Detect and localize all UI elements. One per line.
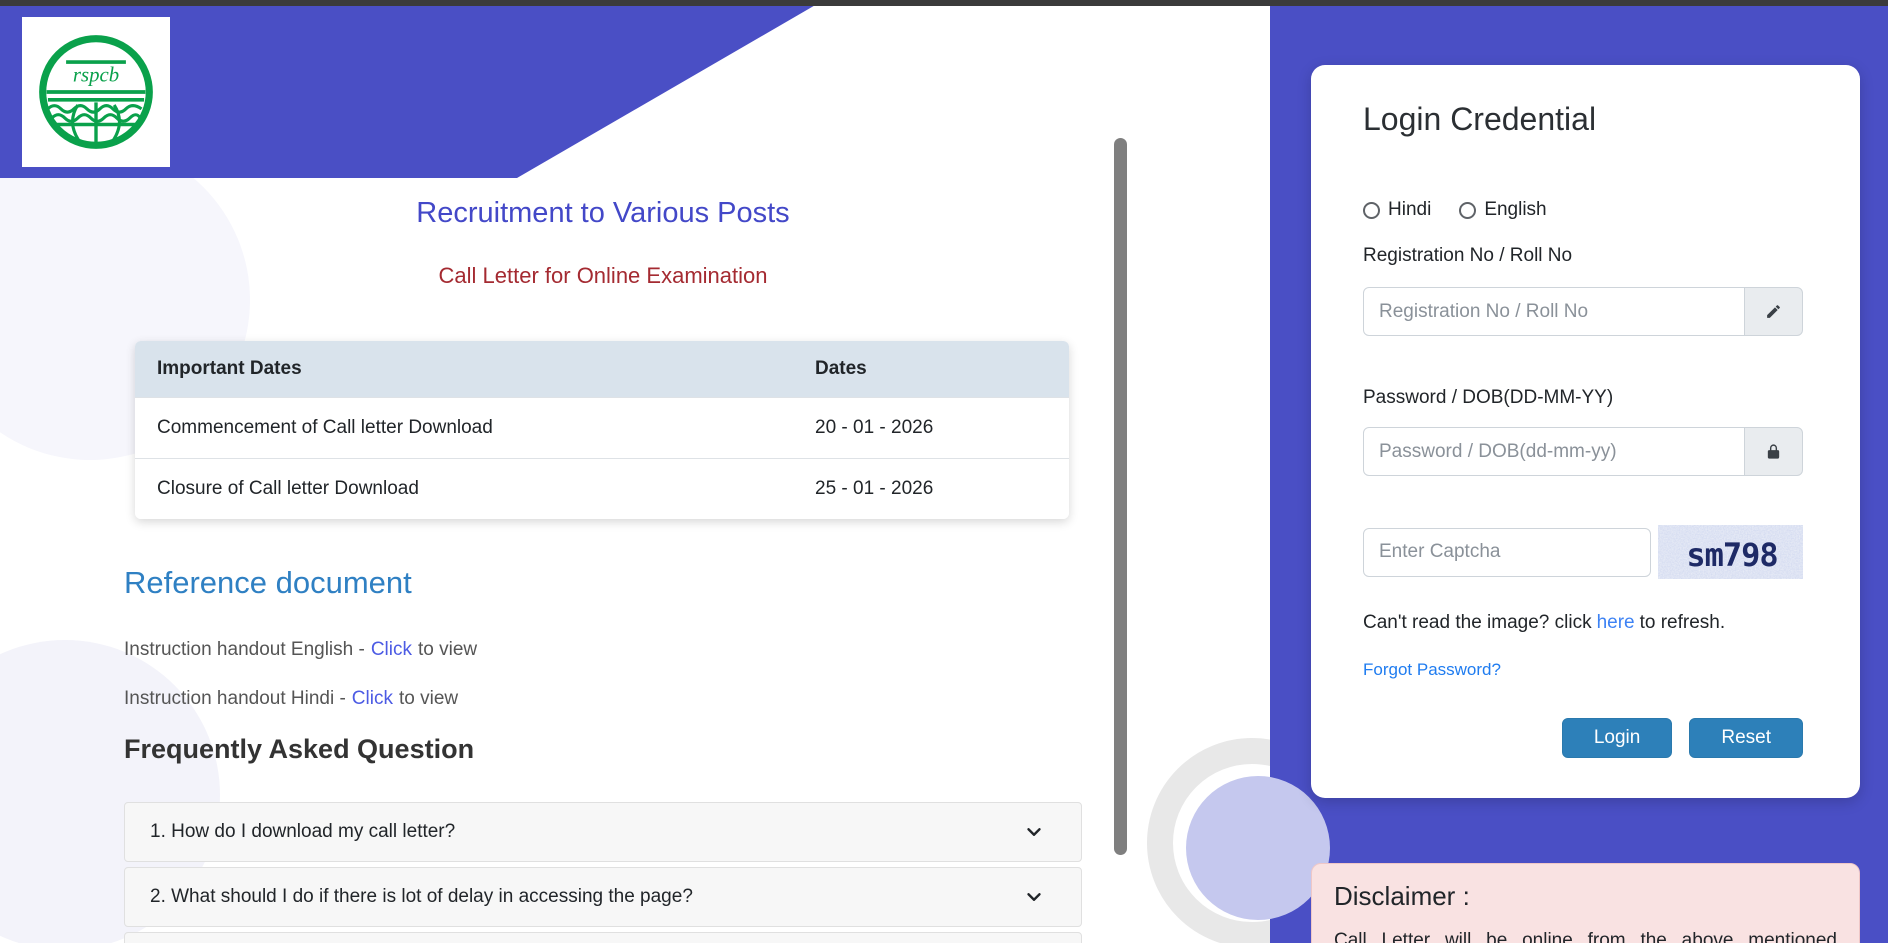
english-radio-label: English <box>1484 199 1547 220</box>
disclaimer-title: Disclaimer : <box>1334 881 1470 911</box>
captcha-input[interactable] <box>1363 527 1651 577</box>
captcha-image: sm798 <box>1658 525 1803 579</box>
table-row: Commencement of Call letter Download 20 … <box>135 397 1069 459</box>
disclaimer-text: Call Letter will be online from the abov… <box>1334 930 1837 943</box>
instruction-handout-hindi: Instruction handout Hindi - Click to view <box>124 688 458 710</box>
faq-item-2[interactable]: 2. What should I do if there is lot of d… <box>124 867 1082 927</box>
hindi-radio[interactable] <box>1363 201 1380 219</box>
registration-label: Registration No / Roll No <box>1363 245 1573 266</box>
captcha-refresh-link[interactable]: here <box>1597 612 1635 633</box>
refresh-text: to refresh. <box>1639 612 1726 633</box>
page: rspcb Recruitment to Various Posts Call … <box>0 0 1888 943</box>
column-header-dates: Dates <box>815 341 1069 398</box>
event-date: 25 - 01 - 2026 <box>815 458 1069 519</box>
reference-document-heading: Reference document <box>124 565 412 600</box>
table-header-row: Important Dates Dates <box>135 341 1069 398</box>
page-title: Recruitment to Various Posts <box>416 197 790 229</box>
instruction-text: to view <box>417 639 478 660</box>
important-dates-table: Important Dates Dates Commencement of Ca… <box>135 341 1069 519</box>
chevron-down-icon <box>1023 821 1045 843</box>
registration-input-group <box>1363 287 1803 336</box>
disclaimer-box: Disclaimer : Call Letter will be online … <box>1311 863 1860 943</box>
rspcb-logo: rspcb <box>22 17 170 167</box>
faq-item-1[interactable]: 1. How do I download my call letter? <box>124 802 1082 862</box>
faq-heading: Frequently Asked Question <box>124 734 475 764</box>
english-radio[interactable] <box>1459 201 1477 219</box>
table-row: Closure of Call letter Download 25 - 01 … <box>135 458 1069 519</box>
captcha-row: sm798 <box>1363 525 1803 579</box>
reset-button[interactable]: Reset <box>1689 718 1803 758</box>
pencil-icon <box>1744 287 1803 336</box>
instruction-text: Instruction handout Hindi - <box>124 688 346 709</box>
faq-question: 1. How do I download my call letter? <box>150 821 456 842</box>
instruction-text: to view <box>398 688 459 709</box>
login-buttons-row: Login Reset <box>1363 718 1803 758</box>
faq-item-3-partial[interactable] <box>124 932 1082 943</box>
password-input-group <box>1363 427 1803 476</box>
rspcb-logo-graphic: rspcb <box>39 35 153 149</box>
captcha-refresh-line: Can't read the image? click here to refres… <box>1363 612 1725 634</box>
refresh-text: Can't read the image? click <box>1363 612 1592 633</box>
forgot-password-link[interactable]: Forgot Password? <box>1363 660 1501 680</box>
chevron-down-icon <box>1023 886 1045 908</box>
hindi-radio-label: Hindi <box>1388 199 1432 220</box>
decorative-circle-lavender <box>1186 776 1330 920</box>
instruction-hindi-link[interactable]: Click <box>352 688 393 709</box>
logo-text: rspcb <box>73 64 119 87</box>
login-button[interactable]: Login <box>1561 718 1673 758</box>
instruction-handout-english: Instruction handout English - Click to vie… <box>124 639 477 661</box>
scrollbar-thumb[interactable] <box>1114 138 1127 855</box>
login-card-title: Login Credential <box>1363 101 1597 137</box>
page-subtitle: Call Letter for Online Examination <box>438 263 768 288</box>
instruction-english-link[interactable]: Click <box>371 639 412 660</box>
password-label: Password / DOB(DD-MM-YY) <box>1363 387 1614 408</box>
event-label: Closure of Call letter Download <box>135 458 815 519</box>
registration-input[interactable] <box>1363 287 1745 336</box>
instruction-text: Instruction handout English - <box>124 639 365 660</box>
login-credential-card: Login Credential Hindi English Registrat… <box>1311 65 1860 798</box>
faq-question: 2. What should I do if there is lot of d… <box>150 886 693 907</box>
event-date: 20 - 01 - 2026 <box>815 397 1069 459</box>
event-label: Commencement of Call letter Download <box>135 397 815 459</box>
column-header-important-dates: Important Dates <box>135 341 815 398</box>
header-banner <box>0 0 824 178</box>
captcha-text: sm798 <box>1686 536 1777 574</box>
language-selector: Hindi English <box>1363 199 1575 221</box>
lock-icon <box>1744 427 1803 476</box>
top-dark-strip <box>0 0 1888 6</box>
password-input[interactable] <box>1363 427 1745 476</box>
